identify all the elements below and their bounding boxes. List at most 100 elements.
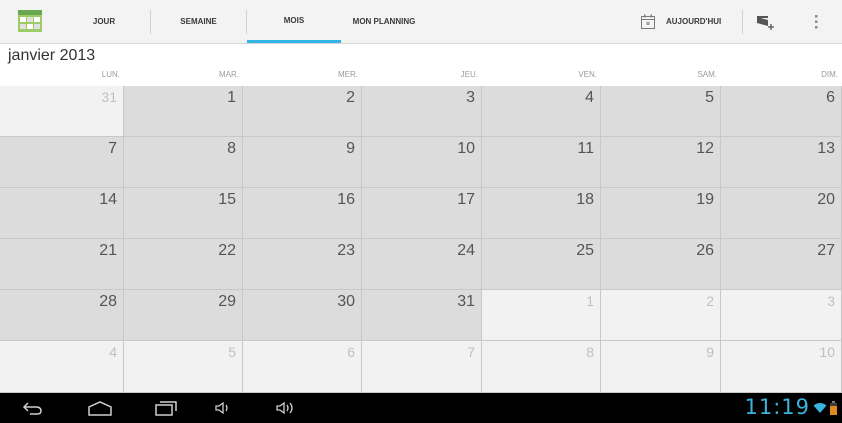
day-number: 20 <box>817 191 835 208</box>
day-number: 31 <box>101 89 117 105</box>
tab-mois-label: MOIS <box>283 15 305 25</box>
day-cell[interactable]: 2 <box>243 86 362 137</box>
tab-jour-label: JOUR <box>92 17 116 26</box>
day-cell[interactable]: 4 <box>0 341 124 393</box>
day-cell[interactable]: 6 <box>243 341 362 393</box>
weekday-label: MAR. <box>219 70 239 79</box>
battery-icon <box>830 393 837 423</box>
day-cell[interactable]: 6 <box>721 86 842 137</box>
day-cell[interactable]: 13 <box>721 137 842 188</box>
wifi-icon <box>813 393 827 423</box>
day-number: 7 <box>467 344 475 360</box>
day-cell[interactable]: 29 <box>124 290 243 341</box>
tab-mon-planning-label: MON PLANNING <box>352 17 416 26</box>
day-cell[interactable]: 1 <box>124 86 243 137</box>
day-cell[interactable]: 12 <box>601 137 721 188</box>
day-cell[interactable]: 10 <box>721 341 842 393</box>
day-number: 21 <box>99 242 117 259</box>
day-cell[interactable]: 25 <box>482 239 601 290</box>
weekday-header: LUN. MAR. MER. JEU. VEN. SAM. DIM. <box>0 70 842 86</box>
day-cell[interactable]: 2 <box>601 290 721 341</box>
day-number: 9 <box>706 344 714 360</box>
overflow-menu-icon[interactable] <box>804 0 828 43</box>
day-number: 4 <box>109 344 117 360</box>
day-number: 27 <box>817 242 835 259</box>
day-cell[interactable]: 4 <box>482 86 601 137</box>
day-cell[interactable]: 14 <box>0 188 124 239</box>
day-number: 6 <box>826 89 835 106</box>
day-cell[interactable]: 7 <box>362 341 482 393</box>
day-cell[interactable]: 1 <box>482 290 601 341</box>
day-number: 5 <box>228 344 236 360</box>
day-cell[interactable]: 11 <box>482 137 601 188</box>
weekday-label: LUN. <box>101 70 120 79</box>
day-number: 15 <box>218 191 236 208</box>
day-cell[interactable]: 5 <box>601 86 721 137</box>
day-cell[interactable]: 18 <box>482 188 601 239</box>
day-cell[interactable]: 19 <box>601 188 721 239</box>
volume-up-icon[interactable] <box>270 393 304 423</box>
day-number: 6 <box>347 344 355 360</box>
day-cell[interactable]: 8 <box>482 341 601 393</box>
day-cell[interactable]: 21 <box>0 239 124 290</box>
tab-mon-planning[interactable]: MON PLANNING <box>341 0 427 43</box>
tab-jour[interactable]: JOUR <box>58 0 150 43</box>
day-cell[interactable]: 22 <box>124 239 243 290</box>
day-cell[interactable]: 7 <box>0 137 124 188</box>
day-number: 10 <box>819 344 835 360</box>
new-event-icon[interactable] <box>748 0 784 43</box>
day-cell[interactable]: 31 <box>0 86 124 137</box>
day-number: 4 <box>585 89 594 106</box>
day-cell[interactable]: 9 <box>601 341 721 393</box>
today-button[interactable]: AUJOURD'HUI <box>640 0 742 43</box>
day-cell[interactable]: 28 <box>0 290 124 341</box>
day-cell[interactable]: 16 <box>243 188 362 239</box>
day-number: 16 <box>337 191 355 208</box>
day-cell[interactable]: 26 <box>601 239 721 290</box>
day-number: 18 <box>576 191 594 208</box>
day-number: 14 <box>99 191 117 208</box>
month-title: janvier 2013 <box>8 47 96 64</box>
weekday-label: SAM. <box>697 70 717 79</box>
day-cell[interactable]: 5 <box>124 341 243 393</box>
day-number: 29 <box>218 293 236 310</box>
weekday-label: DIM. <box>821 70 838 79</box>
day-number: 17 <box>457 191 475 208</box>
calendar-today-icon <box>640 14 656 30</box>
weekday-label: JEU. <box>460 70 478 79</box>
volume-down-icon[interactable] <box>208 393 238 423</box>
day-number: 28 <box>99 293 117 310</box>
tab-semaine-label: SEMAINE <box>180 17 217 26</box>
action-bar: JOUR SEMAINE MOIS MON PLANNING AUJOURD'H… <box>0 0 842 44</box>
day-number: 3 <box>827 293 835 309</box>
day-cell[interactable]: 27 <box>721 239 842 290</box>
home-icon[interactable] <box>80 393 120 423</box>
day-number: 11 <box>577 140 594 157</box>
day-number: 7 <box>108 140 117 157</box>
day-cell[interactable]: 17 <box>362 188 482 239</box>
status-clock: 11:19 <box>744 395 810 419</box>
system-nav-bar: 11:19 <box>0 393 842 423</box>
calendar-app-icon[interactable] <box>18 10 42 32</box>
day-cell[interactable]: 3 <box>721 290 842 341</box>
day-cell[interactable]: 24 <box>362 239 482 290</box>
day-cell[interactable]: 10 <box>362 137 482 188</box>
tab-semaine[interactable]: SEMAINE <box>151 0 246 43</box>
day-cell[interactable]: 30 <box>243 290 362 341</box>
day-cell[interactable]: 9 <box>243 137 362 188</box>
day-number: 10 <box>457 140 475 157</box>
recent-apps-icon[interactable] <box>146 393 186 423</box>
back-icon[interactable] <box>12 393 52 423</box>
day-cell[interactable]: 23 <box>243 239 362 290</box>
day-number: 5 <box>705 89 714 106</box>
day-number: 23 <box>337 242 355 259</box>
tab-mois[interactable]: MOIS <box>247 0 341 43</box>
day-number: 12 <box>696 140 714 157</box>
day-cell[interactable]: 15 <box>124 188 243 239</box>
weekday-label: MER. <box>338 70 358 79</box>
day-cell[interactable]: 3 <box>362 86 482 137</box>
day-number: 13 <box>817 140 835 157</box>
day-cell[interactable]: 31 <box>362 290 482 341</box>
day-cell[interactable]: 8 <box>124 137 243 188</box>
day-cell[interactable]: 20 <box>721 188 842 239</box>
